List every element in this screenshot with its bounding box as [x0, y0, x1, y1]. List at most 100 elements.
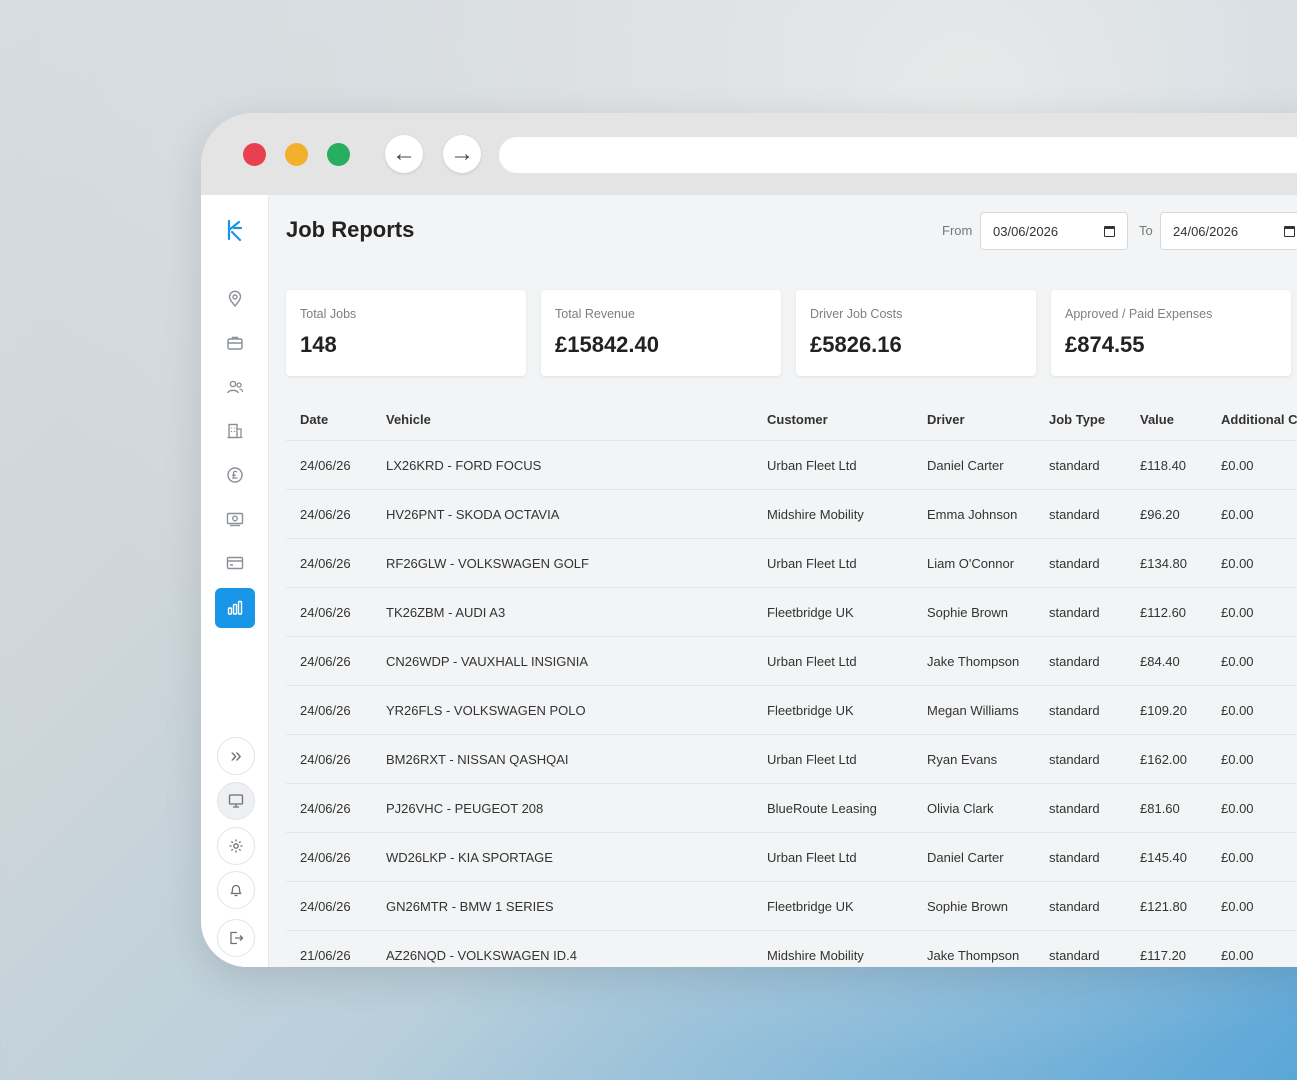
- cell-date: 24/06/26: [300, 507, 351, 522]
- sidebar-item-jobs[interactable]: [215, 323, 255, 363]
- card-label: Total Jobs: [300, 307, 357, 321]
- column-header-driver[interactable]: Driver: [927, 412, 965, 427]
- table-row[interactable]: 24/06/26 TK26ZBM - AUDI A3 Fleetbridge UK S…: [286, 587, 1297, 636]
- maximize-window-button[interactable]: [327, 143, 350, 166]
- minimize-window-button[interactable]: [285, 143, 308, 166]
- cell-value: £84.40: [1140, 654, 1180, 669]
- cell-additional: £0.00: [1221, 458, 1254, 473]
- cell-value: £121.80: [1140, 899, 1187, 914]
- cell-date: 24/06/26: [300, 752, 351, 767]
- cell-value: £118.40: [1140, 458, 1187, 473]
- cell-date: 24/06/26: [300, 458, 351, 473]
- forward-button[interactable]: →: [443, 135, 481, 173]
- cell-date: 24/06/26: [300, 654, 351, 669]
- card-label: Approved / Paid Expenses: [1065, 307, 1213, 321]
- cell-customer: Midshire Mobility: [767, 948, 864, 963]
- cell-driver: Sophie Brown: [927, 605, 1008, 620]
- column-header-value[interactable]: Value: [1140, 412, 1174, 427]
- cell-vehicle: CN26WDP - VAUXHALL INSIGNIA: [386, 654, 589, 669]
- browser-titlebar: ← →: [201, 113, 1297, 195]
- sidebar-item-users[interactable]: [215, 367, 255, 407]
- card-label: Driver Job Costs: [810, 307, 903, 321]
- logo-icon: [227, 219, 243, 242]
- cell-value: £96.20: [1140, 507, 1180, 522]
- column-header-customer[interactable]: Customer: [767, 412, 828, 427]
- settings-button[interactable]: [217, 827, 255, 865]
- stat-card-driver-job-costs: Driver Job Costs £5826.16: [796, 290, 1036, 376]
- cell-driver: Daniel Carter: [927, 458, 1004, 473]
- table-row[interactable]: 24/06/26 CN26WDP - VAUXHALL INSIGNIA Urban…: [286, 636, 1297, 685]
- cell-customer: Urban Fleet Ltd: [767, 752, 857, 767]
- column-header-additional[interactable]: Additional C: [1221, 412, 1297, 427]
- cell-vehicle: HV26PNT - SKODA OCTAVIA: [386, 507, 560, 522]
- cell-job-type: standard: [1049, 801, 1100, 816]
- address-bar[interactable]: [499, 137, 1297, 173]
- cell-job-type: standard: [1049, 556, 1100, 571]
- column-header-date[interactable]: Date: [300, 412, 328, 427]
- cell-value: £162.00: [1140, 752, 1187, 767]
- notifications-button[interactable]: [217, 871, 255, 909]
- to-date-input[interactable]: 24/06/2026: [1160, 212, 1297, 250]
- to-label: To: [1139, 223, 1153, 238]
- from-date-input[interactable]: 03/06/2026: [980, 212, 1128, 250]
- table-row[interactable]: 24/06/26 HV26PNT - SKODA OCTAVIA Midshire …: [286, 489, 1297, 538]
- cell-value: £112.60: [1140, 605, 1187, 620]
- cell-date: 24/06/26: [300, 850, 351, 865]
- bell-icon: [230, 884, 242, 897]
- pound-icon: [227, 467, 243, 483]
- sidebar-item-reports[interactable]: [215, 588, 255, 628]
- display-button[interactable]: [217, 782, 255, 820]
- sidebar-item-expenses[interactable]: [215, 543, 255, 583]
- cell-driver: Liam O'Connor: [927, 556, 1015, 571]
- building-icon: [227, 423, 243, 439]
- table-row[interactable]: 24/06/26 BM26RXT - NISSAN QASHQAI Urban Fl…: [286, 734, 1297, 783]
- cell-value: £109.20: [1140, 703, 1187, 718]
- stat-card-total-jobs: Total Jobs 148: [286, 290, 526, 376]
- cell-customer: Urban Fleet Ltd: [767, 654, 857, 669]
- calendar-icon[interactable]: [1104, 225, 1115, 237]
- app-logo[interactable]: [215, 211, 255, 251]
- table-row[interactable]: 21/06/26 AZ26NQD - VOLKSWAGEN ID.4 Midshir…: [286, 930, 1297, 967]
- table-row[interactable]: 24/06/26 YR26FLS - VOLKSWAGEN POLO Fleetbr…: [286, 685, 1297, 734]
- close-window-button[interactable]: [243, 143, 266, 166]
- arrow-right-icon: →: [450, 140, 474, 167]
- cell-driver: Olivia Clark: [927, 801, 994, 816]
- table-row[interactable]: 24/06/26 PJ26VHC - PEUGEOT 208 BlueRoute L…: [286, 783, 1297, 832]
- cell-additional: £0.00: [1221, 899, 1254, 914]
- calendar-icon[interactable]: [1284, 225, 1295, 237]
- sidebar-item-customers[interactable]: [215, 411, 255, 451]
- table-row[interactable]: 24/06/26 GN26MTR - BMW 1 SERIES Fleetbridg…: [286, 881, 1297, 930]
- browser-window: ← → » Job Reports From 03/06/2026 To 24/…: [201, 113, 1297, 967]
- cell-additional: £0.00: [1221, 703, 1254, 718]
- cell-vehicle: WD26LKP - KIA SPORTAGE: [386, 850, 553, 865]
- sidebar-item-payments[interactable]: [215, 499, 255, 539]
- cell-additional: £0.00: [1221, 556, 1254, 571]
- back-button[interactable]: ←: [385, 135, 423, 173]
- cell-date: 24/06/26: [300, 703, 351, 718]
- sidebar-item-locations[interactable]: [215, 279, 255, 319]
- logout-button[interactable]: [217, 919, 255, 957]
- expand-sidebar-button[interactable]: »: [217, 737, 255, 775]
- users-icon: [227, 380, 244, 394]
- location-icon: [228, 290, 242, 308]
- logout-icon: [230, 931, 244, 945]
- column-header-job-type[interactable]: Job Type: [1049, 412, 1105, 427]
- cell-value: £145.40: [1140, 850, 1187, 865]
- cell-additional: £0.00: [1221, 752, 1254, 767]
- cell-job-type: standard: [1049, 752, 1100, 767]
- table-row[interactable]: 24/06/26 WD26LKP - KIA SPORTAGE Urban Flee…: [286, 832, 1297, 881]
- column-header-vehicle[interactable]: Vehicle: [386, 412, 431, 427]
- sidebar-item-finance[interactable]: [215, 455, 255, 495]
- cell-customer: Urban Fleet Ltd: [767, 458, 857, 473]
- cell-driver: Daniel Carter: [927, 850, 1004, 865]
- table-row[interactable]: 24/06/26 RF26GLW - VOLKSWAGEN GOLF Urban F…: [286, 538, 1297, 587]
- cell-customer: Urban Fleet Ltd: [767, 850, 857, 865]
- cell-additional: £0.00: [1221, 507, 1254, 522]
- cell-vehicle: RF26GLW - VOLKSWAGEN GOLF: [386, 556, 589, 571]
- card-label: Total Revenue: [555, 307, 635, 321]
- cell-driver: Jake Thompson: [927, 948, 1020, 963]
- card-value: £5826.16: [810, 332, 902, 357]
- table-row[interactable]: 24/06/26 LX26KRD - FORD FOCUS Urban Fleet …: [286, 440, 1297, 489]
- stat-card-expenses: Approved / Paid Expenses £874.55: [1051, 290, 1291, 376]
- cell-driver: Emma Johnson: [927, 507, 1018, 522]
